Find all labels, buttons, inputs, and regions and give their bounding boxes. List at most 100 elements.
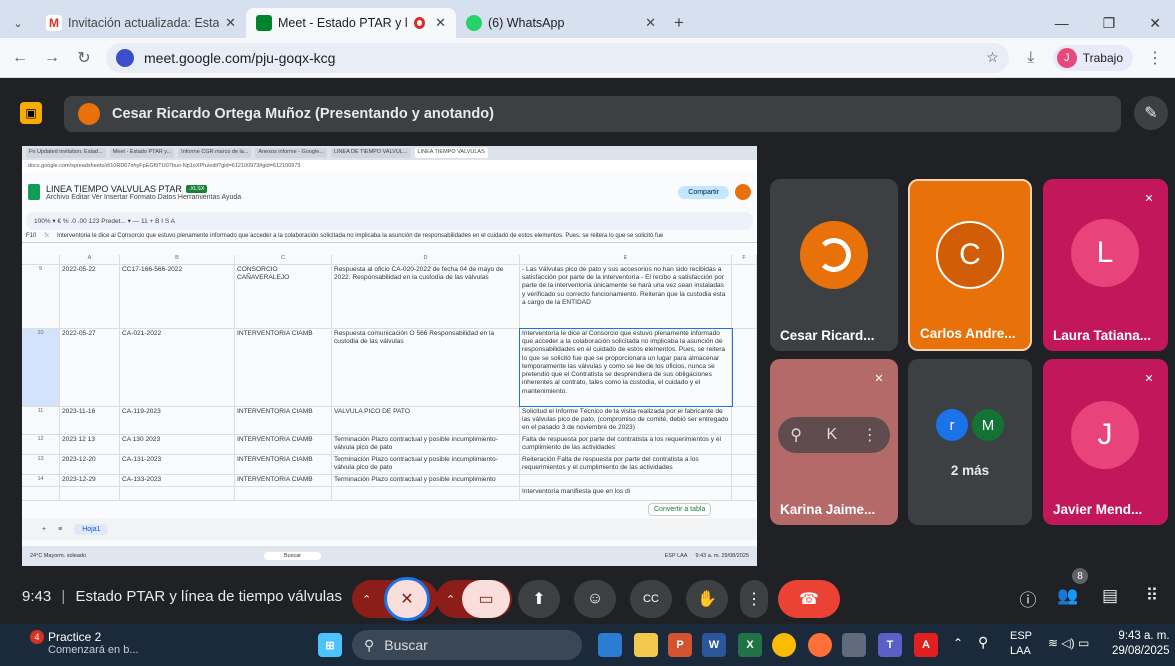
more-options-button[interactable]: ⋮ xyxy=(740,580,768,618)
chevron-up-icon[interactable]: ⌃ xyxy=(362,593,371,606)
bookmark-star-icon[interactable]: ☆ xyxy=(986,49,999,66)
download-icon[interactable]: ⤓ xyxy=(1021,49,1041,67)
tray-chevron-icon[interactable]: ⌃ xyxy=(953,636,963,650)
participant-tile[interactable]: C Carlos Andre... xyxy=(908,179,1032,351)
camera-off-button[interactable]: ▭ xyxy=(462,580,510,618)
app-icon[interactable] xyxy=(842,633,866,657)
file-explorer-icon[interactable] xyxy=(634,633,658,657)
tab-whatsapp[interactable]: (6) WhatsApp ✕ xyxy=(456,8,666,38)
firefox-icon[interactable] xyxy=(808,633,832,657)
meeting-title: Estado PTAR y línea de tiempo válvulas xyxy=(75,588,342,605)
meet-icon xyxy=(256,15,272,31)
minimize-icon[interactable]: — xyxy=(1055,15,1069,31)
meet-stage: ▣ Cesar Ricardo Ortega Muñoz (Presentand… xyxy=(0,78,1175,623)
captions-button[interactable]: CC xyxy=(630,580,672,618)
menu-kebab-icon[interactable]: ⋮ xyxy=(1145,48,1165,68)
participant-tile[interactable]: ✕ L Laura Tatiana... xyxy=(1043,179,1168,351)
mic-off-button[interactable]: ✕ xyxy=(384,577,430,621)
people-icon[interactable]: 👥 xyxy=(1056,586,1080,606)
pin-icon[interactable]: ⚲ xyxy=(790,425,802,445)
url-field[interactable]: meet.google.com/pju-goqx-kcg ☆ xyxy=(106,42,1009,73)
cell: Terminación Plazo contractual y posible … xyxy=(332,435,520,454)
activities-icon[interactable]: ⠿ xyxy=(1140,586,1164,606)
recording-icon xyxy=(414,17,426,29)
row-number: 10 xyxy=(22,329,60,406)
fx-icon: fx xyxy=(44,233,50,239)
back-icon[interactable]: ← xyxy=(10,49,30,67)
cell xyxy=(235,487,332,500)
cell xyxy=(520,475,732,486)
language-indicator[interactable]: ESP LAA xyxy=(1010,629,1032,659)
reload-icon[interactable]: ↻ xyxy=(74,48,94,68)
lang-sub-label: LAA xyxy=(1010,645,1031,657)
present-button[interactable]: ⬆ xyxy=(518,580,560,618)
usb-icon[interactable]: ⚲ xyxy=(978,634,988,651)
mini-search: Buscar xyxy=(264,552,322,560)
cell: INTERVENTORIA CIAMB xyxy=(235,407,332,434)
notification-subtitle: Comenzará en b... xyxy=(48,644,139,656)
chat-icon[interactable]: ▤ xyxy=(1098,586,1122,606)
avatar xyxy=(735,184,751,200)
emoji-button[interactable]: ☺ xyxy=(574,580,616,618)
shared-taskbar: 24°C Mayorm. soleado Buscar ESP LAA 9:43… xyxy=(22,546,757,566)
shared-tab: LINEA DE TIEMPO VALVUL... xyxy=(330,148,411,158)
acrobat-icon[interactable]: A xyxy=(914,633,938,657)
more-icon[interactable]: ⋮ xyxy=(862,425,878,445)
participant-tile-more[interactable]: r M 2 más xyxy=(908,359,1032,525)
annotate-pen-icon[interactable]: ✎ xyxy=(1134,96,1168,130)
excel-icon[interactable]: X xyxy=(738,633,762,657)
cell: CA 130 2023 xyxy=(120,435,235,454)
cell: 2023-12-20 xyxy=(60,455,120,474)
teams-icon[interactable]: T xyxy=(878,633,902,657)
cell: CA-021-2022 xyxy=(120,329,235,406)
raise-hand-button[interactable]: ✋ xyxy=(686,580,728,618)
tab-meet[interactable]: Meet - Estado PTAR y línea ✕ xyxy=(246,8,456,38)
participant-tile[interactable]: Cesar Ricard... xyxy=(770,179,898,351)
cell: Respuesta comunicación O 566 Responsabil… xyxy=(332,329,520,406)
window-close-icon[interactable]: ✕ xyxy=(1149,15,1161,32)
new-tab-button[interactable]: + xyxy=(666,8,692,38)
present-icon: ⬆ xyxy=(532,591,546,608)
profile-button[interactable]: J Trabajo xyxy=(1052,44,1133,71)
shared-screen: Fn Updated invitation: Estad... Meet - E… xyxy=(22,146,757,566)
chevron-up-icon[interactable]: ⌃ xyxy=(446,593,455,606)
row-number: 11 xyxy=(22,407,60,434)
leave-call-button[interactable]: ☎ xyxy=(778,580,840,618)
restore-icon[interactable]: ❐ xyxy=(1103,15,1116,32)
windows-start-icon[interactable]: ⊞ xyxy=(318,633,342,657)
formula-bar: F10 fx Interventoria le dice al Consorci… xyxy=(22,230,757,243)
participant-name: Cesar Ricard... xyxy=(780,328,875,343)
cell xyxy=(332,487,520,500)
task-view-icon[interactable] xyxy=(598,633,622,657)
cell: Reiteración Falta de respuesta por parte… xyxy=(520,455,732,474)
mute-icon[interactable]: K xyxy=(827,426,838,444)
cell: CA-133-2023 xyxy=(120,475,235,486)
meeting-info: 9:43 | Estado PTAR y línea de tiempo vál… xyxy=(22,588,342,605)
close-icon[interactable]: ✕ xyxy=(225,15,236,31)
site-info-icon[interactable] xyxy=(116,48,134,67)
cell: CA-131-2023 xyxy=(120,455,235,474)
close-icon[interactable]: ✕ xyxy=(435,15,446,31)
close-icon[interactable]: ✕ xyxy=(645,15,656,31)
powerpoint-icon[interactable]: P xyxy=(668,633,692,657)
presentation-icon[interactable]: ▣ xyxy=(20,102,42,124)
info-icon[interactable]: ⓘ xyxy=(1016,586,1040,611)
participant-tile[interactable]: ✕ J Javier Mend... xyxy=(1043,359,1168,525)
network-volume-battery-icon[interactable]: ≋ ◁) ▭ xyxy=(1048,636,1089,650)
word-icon[interactable]: W xyxy=(702,633,726,657)
cell: Solicitud el Informe Técnico de la visit… xyxy=(520,407,732,434)
tab-gmail[interactable]: M Invitación actualizada: Estado P ✕ xyxy=(36,8,246,38)
system-clock[interactable]: 9:43 a. m. 29/08/2025 xyxy=(1112,629,1170,659)
notification-widget[interactable]: 4 Practice 2 Comenzará en b... xyxy=(30,630,139,656)
cell: Interventoría manifiesta que en los di xyxy=(520,487,732,500)
cell: 2022-05-27 xyxy=(60,329,120,406)
tab-search-icon[interactable]: ⌄ xyxy=(0,8,36,38)
forward-icon[interactable]: → xyxy=(42,49,62,67)
all-sheets-icon: ≡ xyxy=(58,525,63,533)
taskbar-search[interactable]: ⚲ Buscar xyxy=(352,630,582,660)
windows-taskbar: 4 Practice 2 Comenzará en b... ⊞ ⚲ Busca… xyxy=(0,624,1175,666)
chrome-icon[interactable] xyxy=(772,633,796,657)
url-text: meet.google.com/pju-goqx-kcg xyxy=(144,49,336,66)
captions-icon: CC xyxy=(643,593,659,605)
participant-tile[interactable]: ✕ ⚲ K ⋮ Karina Jaime... xyxy=(770,359,898,525)
